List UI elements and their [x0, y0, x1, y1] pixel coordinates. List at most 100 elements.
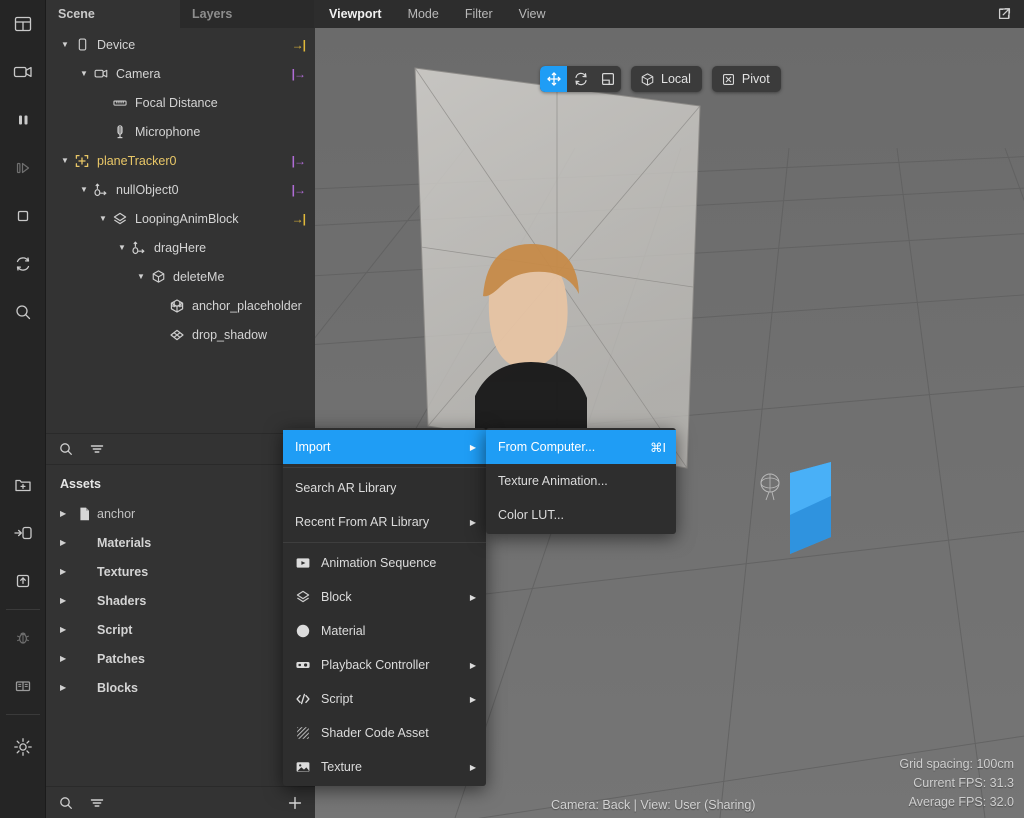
cube-icon: [148, 269, 168, 284]
context-menu-item[interactable]: Texture ▶: [283, 750, 486, 784]
context-menu-item[interactable]: Material: [283, 614, 486, 648]
assets-list-item[interactable]: ▶ Patches: [46, 644, 315, 673]
viewport-menubar: Viewport Mode Filter View: [315, 0, 1024, 28]
assets-list-item[interactable]: ▶ Script: [46, 615, 315, 644]
caret-down-icon[interactable]: ▼: [77, 67, 91, 81]
import-device-icon[interactable]: [0, 509, 46, 557]
scene-tree-item-badge[interactable]: →|: [292, 38, 306, 52]
null-object-icon: [129, 240, 149, 256]
caret-down-icon[interactable]: ▼: [96, 212, 110, 226]
scene-tree-item-label: Focal Distance: [135, 95, 218, 110]
rotate-tool[interactable]: [567, 66, 594, 92]
assets-toolbar: [46, 786, 315, 818]
scene-tree-item-badge[interactable]: |→: [292, 154, 306, 168]
pause-icon[interactable]: [0, 96, 46, 144]
scene-tree-item[interactable]: ▼ nullObject0 |→: [46, 175, 315, 204]
add-folder-icon[interactable]: [0, 461, 46, 509]
space-toggle-button[interactable]: Local: [631, 66, 702, 92]
search-icon[interactable]: [58, 795, 74, 811]
submenu-item-label: From Computer...: [498, 440, 596, 454]
camera-status-text: Camera: Back | View: User (Sharing): [551, 798, 756, 812]
stop-icon[interactable]: [0, 192, 46, 240]
move-tool[interactable]: [540, 66, 567, 92]
filter-icon[interactable]: [89, 441, 105, 457]
submenu-arrow-icon: ▶: [469, 442, 476, 452]
search-icon[interactable]: [0, 288, 46, 336]
block-icon: [110, 211, 130, 227]
context-menu-item-label: Import: [295, 440, 331, 454]
scene-tree-item[interactable]: ▼ Device →|: [46, 30, 315, 59]
camera-icon[interactable]: [0, 48, 46, 96]
scene-tree-item-badge[interactable]: →|: [292, 212, 306, 226]
search-icon[interactable]: [58, 441, 74, 457]
plane-icon: [167, 328, 187, 342]
menu-view[interactable]: View: [519, 7, 546, 21]
caret-right-icon[interactable]: ▶: [60, 538, 74, 547]
filter-icon[interactable]: [89, 795, 105, 811]
caret-down-icon[interactable]: ▼: [58, 38, 72, 52]
submenu-item[interactable]: Texture Animation...: [486, 464, 676, 498]
caret-down-icon[interactable]: ▼: [115, 241, 129, 255]
scene-tree-item[interactable]: ▼Focal Distance: [46, 88, 315, 117]
caret-down-icon[interactable]: ▼: [134, 270, 148, 284]
context-menu-item[interactable]: Script ▶: [283, 682, 486, 716]
scene-tree-item-label: Device: [97, 37, 136, 52]
submenu-item[interactable]: From Computer... ⌘I: [486, 430, 676, 464]
scene-tree-item-badge[interactable]: |→: [292, 183, 306, 197]
bug-icon[interactable]: [0, 614, 46, 662]
transform-mode-group: [540, 66, 621, 92]
assets-list-item[interactable]: ▶ Blocks: [46, 673, 315, 702]
assets-list-item[interactable]: ▶ Materials: [46, 528, 315, 557]
scene-toolbar: [46, 433, 315, 465]
expand-icon[interactable]: [997, 6, 1012, 26]
context-menu-item[interactable]: Playback Controller ▶: [283, 648, 486, 682]
assets-title: Assets: [60, 477, 101, 491]
menu-filter[interactable]: Filter: [465, 7, 493, 21]
caret-right-icon[interactable]: ▶: [60, 625, 74, 634]
caret-right-icon[interactable]: ▶: [60, 654, 74, 663]
assets-list-item-label: Script: [97, 622, 133, 637]
assets-list-item[interactable]: ▶ Textures: [46, 557, 315, 586]
left-panel: Scene Layers ▼Device→|▼Camera|→▼Focal Di…: [46, 0, 315, 818]
context-menu-item-label: Animation Sequence: [321, 556, 437, 570]
tab-layers[interactable]: Layers: [180, 0, 314, 28]
reset-icon[interactable]: [0, 240, 46, 288]
menu-viewport[interactable]: Viewport: [329, 7, 382, 21]
scale-tool[interactable]: [594, 66, 621, 92]
caret-right-icon[interactable]: ▶: [60, 509, 74, 518]
context-menu-item[interactable]: Block ▶: [283, 580, 486, 614]
file-icon: [74, 506, 94, 522]
caret-down-icon[interactable]: ▼: [58, 154, 72, 168]
assets-list-item[interactable]: ▶ Shaders: [46, 586, 315, 615]
scene-tree-item-badge[interactable]: |→: [292, 67, 306, 81]
export-upload-icon[interactable]: [0, 557, 46, 605]
tab-scene[interactable]: Scene: [46, 0, 180, 28]
caret-down-icon[interactable]: ▼: [77, 183, 91, 197]
caret-right-icon[interactable]: ▶: [60, 596, 74, 605]
step-forward-icon[interactable]: [0, 144, 46, 192]
context-menu-item[interactable]: Recent From AR Library ▶: [283, 505, 486, 539]
context-menu-item[interactable]: Shader Code Asset: [283, 716, 486, 750]
scene-tree-item[interactable]: ▼ planeTracker0 |→: [46, 146, 315, 175]
scene-tree-item[interactable]: ▼Microphone: [46, 117, 315, 146]
plus-icon[interactable]: [287, 795, 303, 811]
caret-right-icon[interactable]: ▶: [60, 567, 74, 576]
docs-icon[interactable]: [0, 662, 46, 710]
scene-tree-item[interactable]: ▼ deleteMe: [46, 262, 315, 291]
menu-mode[interactable]: Mode: [408, 7, 439, 21]
context-menu-item[interactable]: Import ▶: [283, 430, 486, 464]
caret-right-icon[interactable]: ▶: [60, 683, 74, 692]
scene-tree-item[interactable]: ▼ LoopingAnimBlock →|: [46, 204, 315, 233]
context-menu-item[interactable]: Animation Sequence: [283, 546, 486, 580]
submenu-item[interactable]: Color LUT...: [486, 498, 676, 532]
assets-list-item[interactable]: ▶ anchor: [46, 499, 315, 528]
layout-icon[interactable]: [0, 0, 46, 48]
context-menu-item[interactable]: Search AR Library: [283, 471, 486, 505]
scene-tree-item[interactable]: ▼ Camera |→: [46, 59, 315, 88]
scene-tree-item[interactable]: ▼drop_shadow: [46, 320, 315, 349]
menu-separator: [283, 467, 486, 468]
pivot-toggle-button[interactable]: Pivot: [711, 66, 781, 92]
scene-tree-item[interactable]: ▼anchor_placeholder: [46, 291, 315, 320]
settings-gear-icon[interactable]: [0, 723, 46, 771]
scene-tree-item[interactable]: ▼ dragHere: [46, 233, 315, 262]
